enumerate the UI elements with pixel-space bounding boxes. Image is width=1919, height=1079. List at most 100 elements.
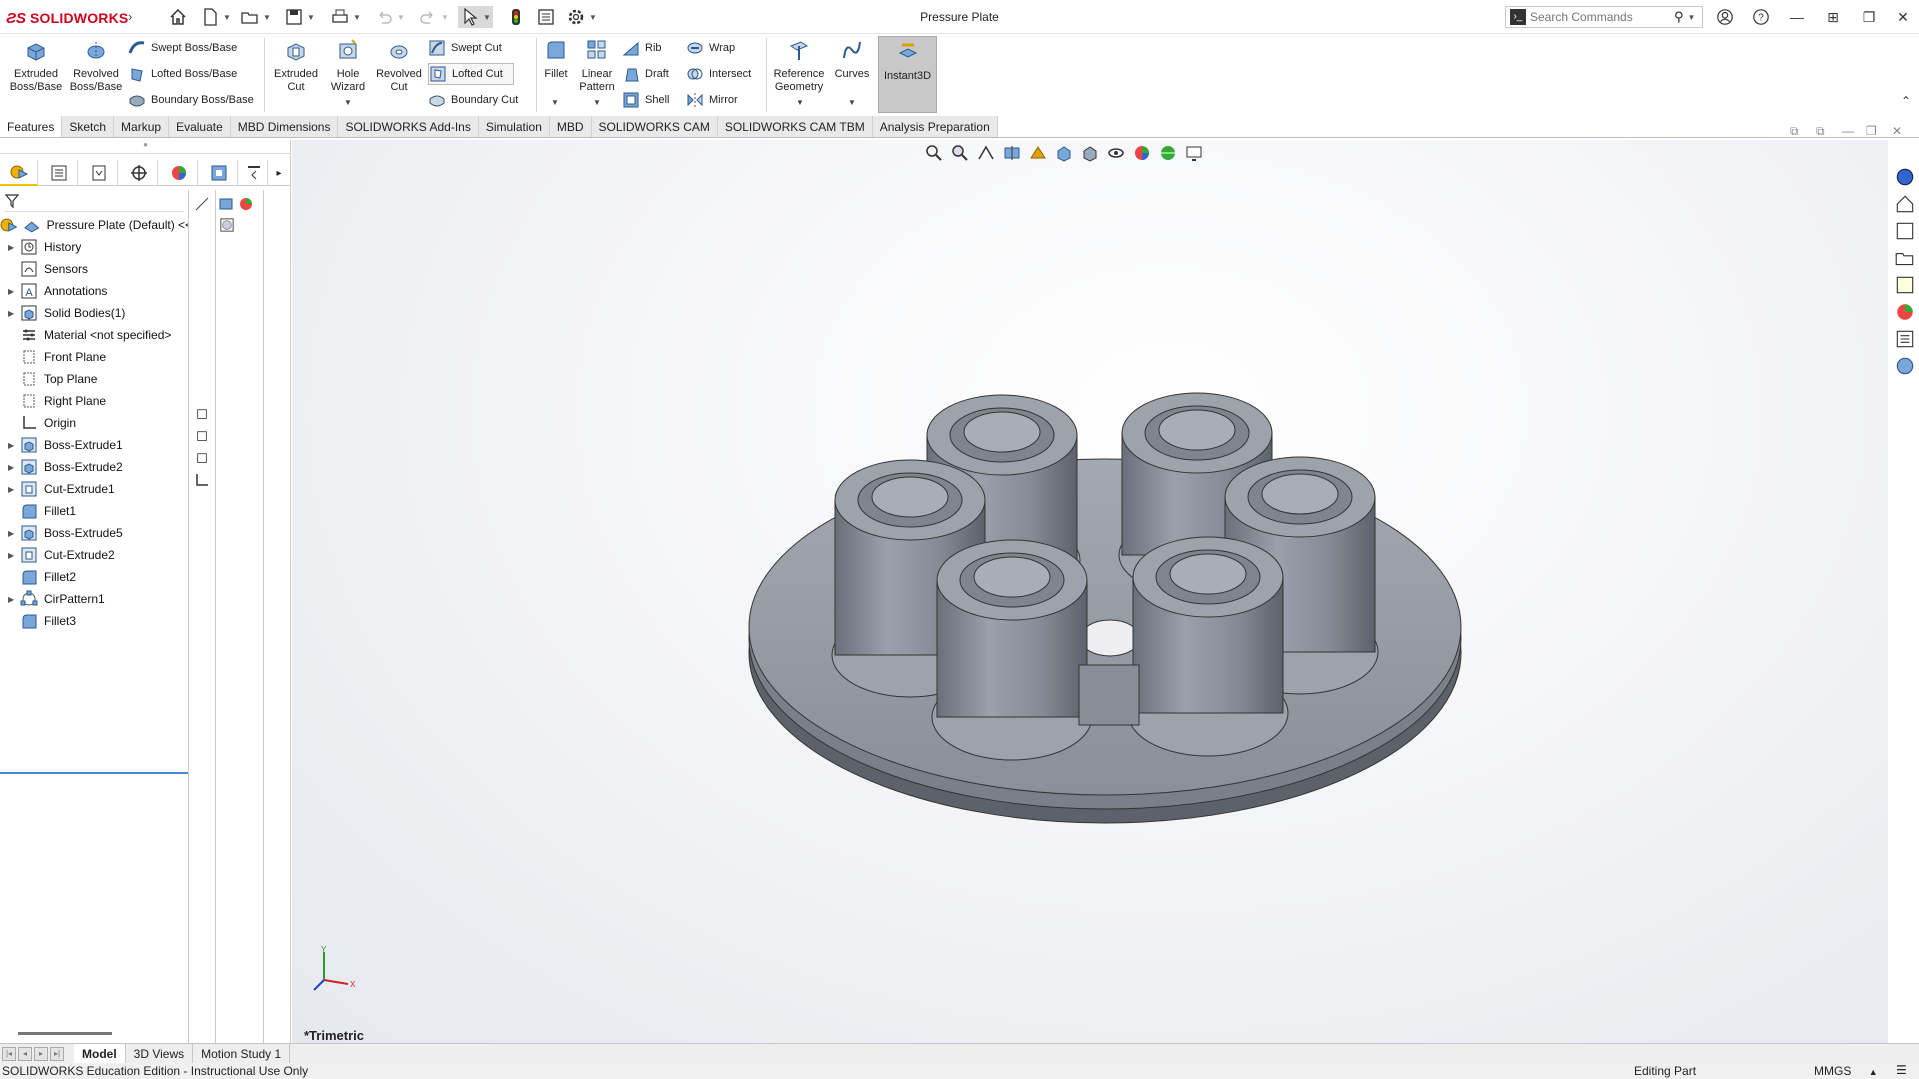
user-account-button[interactable] <box>1712 6 1738 28</box>
search-dropdown-icon[interactable]: ▼ <box>1688 13 1696 22</box>
rib-button[interactable]: Rib <box>622 37 662 59</box>
instant3d-button[interactable]: Instant3D <box>878 36 937 113</box>
previous-view-icon[interactable] <box>976 143 996 163</box>
graphics-area[interactable]: Y X *Trimetric <box>292 140 1888 1043</box>
hide-show-items-icon[interactable] <box>1106 143 1126 163</box>
collapse-ribbon-icon[interactable]: ⌃ <box>1901 94 1911 108</box>
viewport-split-icon[interactable]: ⧉ <box>1790 124 1799 139</box>
tab-model[interactable]: Model <box>74 1044 126 1063</box>
new-document-button[interactable]: ▼ <box>200 6 231 28</box>
revolved-boss-button[interactable]: Revolved Boss/Base <box>68 38 124 94</box>
last-tab-icon[interactable]: ▸| <box>50 1046 64 1061</box>
reference-geometry-dropdown-icon[interactable]: ▼ <box>796 98 804 107</box>
boundary-boss-button[interactable]: Boundary Boss/Base <box>128 89 254 111</box>
zoom-to-area-icon[interactable] <box>950 143 970 163</box>
expand-arrow-icon[interactable]: ▶ <box>8 441 20 450</box>
expand-arrow-icon[interactable]: ▶ <box>8 287 20 296</box>
minimize-button[interactable]: — <box>1784 6 1810 28</box>
viewport-restore-icon[interactable]: ❐ <box>1866 124 1877 138</box>
appearance-ball-icon[interactable] <box>238 196 254 212</box>
tab-solidworks-add-ins[interactable]: SOLIDWORKS Add-Ins <box>338 116 479 137</box>
sketch-line-icon[interactable] <box>194 196 210 212</box>
hole-wizard-dropdown-icon[interactable]: ▼ <box>344 98 352 107</box>
tree-root[interactable]: Pressure Plate (Default) << <box>0 214 188 236</box>
tree-item-history[interactable]: ▶ History <box>0 236 188 258</box>
search-icon[interactable]: ⚲ <box>1674 9 1684 25</box>
search-commands[interactable]: ›_ ⚲ ▼ <box>1505 6 1703 28</box>
tree-item-annotations[interactable]: ▶ A Annotations <box>0 280 188 302</box>
tab-cam-manager[interactable] <box>200 160 238 186</box>
hole-wizard-button[interactable]: Hole Wizard <box>324 38 372 94</box>
folder-icon[interactable] <box>1894 247 1916 269</box>
rebuild-button[interactable] <box>506 6 526 28</box>
file-properties-button[interactable] <box>536 6 556 28</box>
tab-configurationmanager[interactable] <box>80 160 118 186</box>
customize-status-icon[interactable]: ☰ <box>1896 1063 1907 1077</box>
home-button[interactable] <box>168 6 188 28</box>
expand-arrow-icon[interactable]: ▶ <box>8 309 20 318</box>
options-button[interactable]: ▼ <box>566 6 597 28</box>
curves-dropdown-icon[interactable]: ▼ <box>848 98 856 107</box>
expand-arrow-icon[interactable]: ▶ <box>8 529 20 538</box>
search-input[interactable] <box>1530 10 1670 24</box>
tree-item-cut-extrude2[interactable]: ▶ Cut-Extrude2 <box>0 544 188 566</box>
tree-item-fillet2[interactable]: Fillet2 <box>0 566 188 588</box>
tree-horizontal-scrollbar[interactable] <box>18 1032 112 1035</box>
pressure-plate-model[interactable] <box>292 140 1888 1043</box>
intersect-button[interactable]: Intersect <box>686 63 751 85</box>
wrap-button[interactable]: Wrap <box>686 37 735 59</box>
tree-item-boss-extrude2[interactable]: ▶ Boss-Extrude2 <box>0 456 188 478</box>
print-button[interactable]: ▼ <box>330 6 361 28</box>
fillet-button[interactable]: Fillet <box>540 38 572 81</box>
expand-arrow-icon[interactable]: ▶ <box>8 243 20 252</box>
first-tab-icon[interactable]: |◂ <box>2 1046 16 1061</box>
tab-solidworks-cam[interactable]: SOLIDWORKS CAM <box>591 116 718 137</box>
appearances-icon[interactable] <box>1894 301 1916 323</box>
save-button[interactable]: ▼ <box>284 6 315 28</box>
tab-mbd-dimensions[interactable]: MBD Dimensions <box>230 116 339 137</box>
mirror-button[interactable]: Mirror <box>686 89 738 111</box>
custom-properties-icon[interactable] <box>1894 328 1916 350</box>
fillet-dropdown-icon[interactable]: ▼ <box>551 98 559 107</box>
tree-item-top-plane[interactable]: Top Plane <box>0 368 188 390</box>
open-button[interactable]: ▼ <box>240 6 271 28</box>
tab-3d-views[interactable]: 3D Views <box>126 1044 194 1063</box>
boundary-cut-button[interactable]: Boundary Cut <box>428 89 518 111</box>
tree-item-right-plane[interactable]: Right Plane <box>0 390 188 412</box>
restore-button[interactable]: ❐ <box>1856 6 1882 28</box>
tab-evaluate[interactable]: Evaluate <box>169 116 231 137</box>
design-library-icon[interactable] <box>1894 193 1916 215</box>
tab-simulation[interactable]: Simulation <box>478 116 550 137</box>
lofted-boss-button[interactable]: Lofted Boss/Base <box>128 63 237 85</box>
expand-arrow-icon[interactable]: ▶ <box>8 485 20 494</box>
view-palette-icon[interactable] <box>1894 274 1916 296</box>
zoom-to-fit-icon[interactable] <box>924 143 944 163</box>
expand-arrow-icon[interactable]: ▶ <box>8 463 20 472</box>
tab-motion-study[interactable]: Motion Study 1 <box>193 1044 291 1063</box>
tree-item-front-plane[interactable]: Front Plane <box>0 346 188 368</box>
reference-geometry-button[interactable]: Reference Geometry <box>770 38 828 94</box>
section-view-icon[interactable] <box>1002 143 1022 163</box>
tile-button[interactable]: ⊞ <box>1820 6 1846 28</box>
tree-item-material-not-specified[interactable]: Material <not specified> <box>0 324 188 346</box>
extruded-cut-button[interactable]: Extruded Cut <box>270 38 322 94</box>
tab-sketch[interactable]: Sketch <box>62 116 115 137</box>
select-button[interactable]: ▼ <box>458 6 493 28</box>
tab-scroll-right[interactable]: ▸ <box>268 160 290 186</box>
expand-arrow-icon[interactable]: ▶ <box>8 551 20 560</box>
edit-appearance-icon[interactable] <box>1132 143 1152 163</box>
redo-button[interactable]: ▼ <box>418 6 449 28</box>
tab-propertymanager[interactable] <box>40 160 78 186</box>
next-tab-icon[interactable]: ▸ <box>34 1046 48 1061</box>
shell-button[interactable]: Shell <box>622 89 669 111</box>
extruded-boss-button[interactable]: Extruded Boss/Base <box>8 38 64 94</box>
tab-features[interactable]: Features <box>0 116 63 137</box>
dynamic-annotation-icon[interactable] <box>1028 143 1048 163</box>
tab-analysis-preparation[interactable]: Analysis Preparation <box>872 116 998 137</box>
menu-expand-icon[interactable]: › <box>128 9 132 24</box>
tab-extra[interactable] <box>240 160 268 186</box>
curves-button[interactable]: Curves <box>832 38 872 81</box>
tab-solidworks-cam-tbm[interactable]: SOLIDWORKS CAM TBM <box>717 116 873 137</box>
tab-display-manager[interactable] <box>160 160 198 186</box>
tree-item-fillet1[interactable]: Fillet1 <box>0 500 188 522</box>
